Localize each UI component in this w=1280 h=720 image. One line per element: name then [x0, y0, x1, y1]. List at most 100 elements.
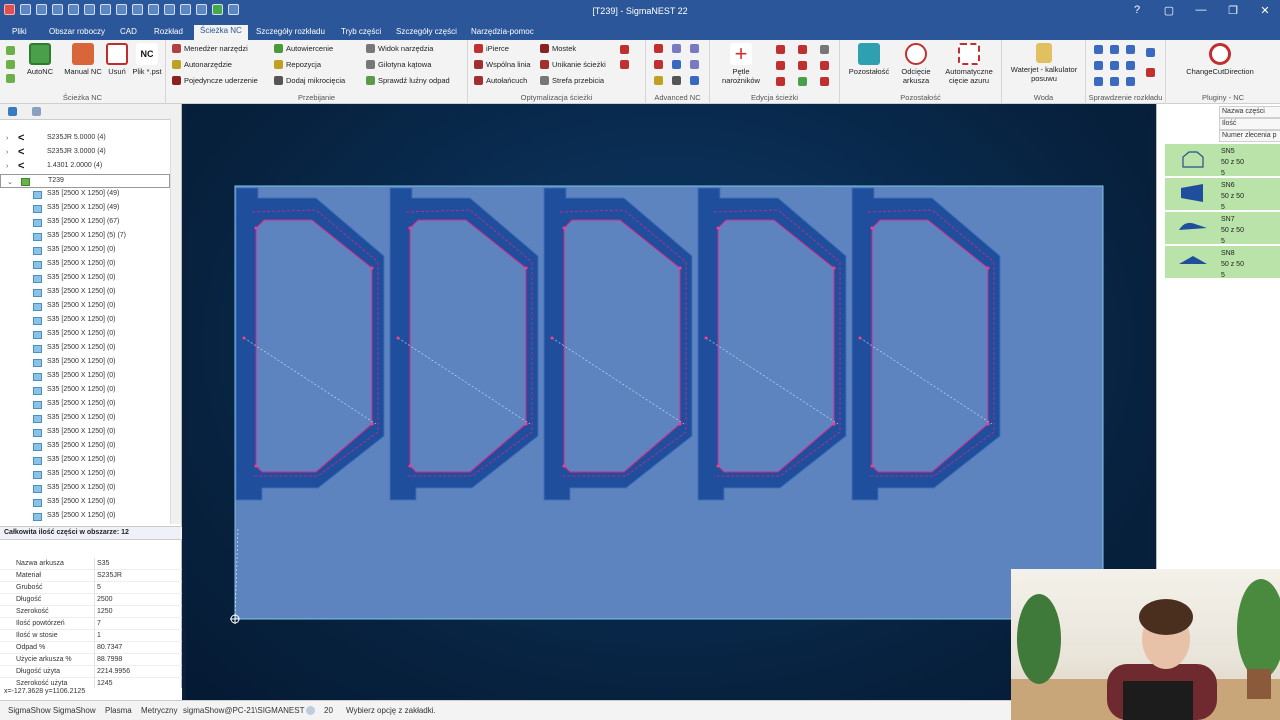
layer-icon[interactable]: [6, 46, 15, 55]
tree-sheet-node[interactable]: S35 [2500 X 1250] (0): [0, 482, 170, 496]
check-icon[interactable]: [1110, 77, 1119, 86]
property-row[interactable]: Użycie arkusza % 88.7998: [0, 654, 182, 666]
layer-icon[interactable]: [6, 74, 15, 83]
manual-nc-button[interactable]: Manual NC: [64, 43, 102, 76]
check-icon[interactable]: [1126, 45, 1135, 54]
strefa-przebicia-button[interactable]: Strefa przebicia: [540, 76, 604, 85]
check-icon[interactable]: [1094, 45, 1103, 54]
tree-sheet-node[interactable]: S35 [2500 X 1250] (0): [0, 370, 170, 384]
pojedyncze-uderzenie-button[interactable]: Pojedyncze uderzenie: [172, 76, 258, 85]
tab-szczegoly-czesci[interactable]: Szczegóły części: [390, 26, 463, 37]
tree-sheet-node[interactable]: S35 [2500 X 1250] (0): [0, 258, 170, 272]
tree-sheet-node[interactable]: S35 [2500 X 1250] (0): [0, 384, 170, 398]
edit-path-icon[interactable]: [798, 61, 807, 70]
lead-in-icon[interactable]: [620, 45, 629, 54]
gilotyna-katowa-button[interactable]: Gilotyna kątowa: [366, 60, 431, 69]
adv-tool-icon[interactable]: [654, 76, 663, 85]
tree-sheet-node[interactable]: S35 [2500 X 1250] (0): [0, 454, 170, 468]
list-view-icon[interactable]: [32, 107, 41, 116]
change-cut-direction-button[interactable]: ChangeCutDirection: [1170, 43, 1270, 76]
restore-view-icon[interactable]: ▢: [1162, 4, 1176, 17]
part-row[interactable]: SN7 50 z 50 5: [1165, 212, 1280, 245]
waterjet-kalkulator-button[interactable]: Waterjet - kalkulator posuwu: [1008, 43, 1080, 83]
collapse-arrow-icon[interactable]: ⌄: [7, 178, 13, 186]
edit-path-icon[interactable]: [820, 61, 829, 70]
tree-sheet-node[interactable]: S35 [2500 X 1250] (0): [0, 398, 170, 412]
tree-sheet-node[interactable]: S35 [2500 X 1250] (0): [0, 440, 170, 454]
autonarzedzie-button[interactable]: Autonarzędzie: [172, 60, 232, 69]
edit-path-icon[interactable]: [798, 77, 807, 86]
edit-path-icon[interactable]: [820, 77, 829, 86]
odciecie-arkusza-button[interactable]: Odcięcie arkusza: [896, 43, 936, 85]
edit-path-icon[interactable]: [776, 45, 785, 54]
autolancuch-button[interactable]: Autołańcuch: [474, 76, 527, 85]
expand-arrow-icon[interactable]: ›: [6, 135, 8, 142]
adv-tool-icon[interactable]: [690, 44, 699, 53]
tree-material-node[interactable]: › < S235JR 5.0000 (4): [0, 132, 170, 146]
tree-sheet-node[interactable]: S35 [2500 X 1250] (0): [0, 496, 170, 510]
help-icon[interactable]: ?: [1130, 4, 1144, 17]
menedzer-narzedzi-button[interactable]: Menedżer narzędzi: [172, 44, 248, 53]
tab-cad[interactable]: CAD: [114, 26, 143, 37]
property-row[interactable]: Materiał S235JR: [0, 570, 182, 582]
adv-tool-icon[interactable]: [654, 60, 663, 69]
maximize-button[interactable]: ❐: [1226, 4, 1240, 17]
nest-canvas[interactable]: [186, 104, 1151, 700]
property-row[interactable]: Ilość powtórzeń 7: [0, 618, 182, 630]
plik-pst-button[interactable]: NC Plik *.pst: [128, 43, 166, 76]
expand-arrow-icon[interactable]: ›: [6, 163, 8, 170]
property-row[interactable]: Szerokość 1250: [0, 606, 182, 618]
tree-task-node[interactable]: ⌄ T239: [0, 174, 170, 188]
tree-sheet-node[interactable]: S35 [2500 X 1250] (0): [0, 286, 170, 300]
check-icon[interactable]: [1146, 68, 1155, 77]
automatyczne-ciecie-azuru-button[interactable]: Automatyczne cięcie azuru: [940, 43, 998, 85]
col-quantity[interactable]: Ilość: [1219, 118, 1280, 130]
col-part-name[interactable]: Nazwa części: [1219, 106, 1280, 118]
tree-sheet-node[interactable]: S35 [2500 X 1250] (0): [0, 342, 170, 356]
edit-path-icon[interactable]: [776, 77, 785, 86]
property-row[interactable]: Długość użyta 2214.9956: [0, 666, 182, 678]
tab-szczegoly-rozkladu[interactable]: Szczegóły rozkładu: [250, 26, 331, 37]
adv-tool-icon[interactable]: [654, 44, 663, 53]
property-row[interactable]: Ilość w stosie 1: [0, 630, 182, 642]
check-icon[interactable]: [1126, 77, 1135, 86]
layer-icon[interactable]: [6, 60, 15, 69]
wspolna-linia-button[interactable]: Wspólna linia: [474, 60, 531, 69]
tab-rozklad[interactable]: Rozkład: [148, 26, 189, 37]
tree-scrollbar[interactable]: [170, 118, 181, 524]
minimize-button[interactable]: —: [1194, 4, 1208, 17]
tree-view-icon[interactable]: [8, 107, 17, 116]
adv-tool-icon[interactable]: [672, 76, 681, 85]
tree-sheet-node[interactable]: S35 [2500 X 1250] (0): [0, 468, 170, 482]
tree-sheet-node[interactable]: S35 [2500 X 1250] (0): [0, 328, 170, 342]
tree-sheet-node[interactable]: S35 [2500 X 1250] (0): [0, 314, 170, 328]
tab-pliki[interactable]: Pliki: [6, 26, 33, 37]
adv-tool-icon[interactable]: [690, 60, 699, 69]
property-row[interactable]: Odpad % 80.7347: [0, 642, 182, 654]
close-button[interactable]: ✕: [1258, 4, 1272, 17]
autonc-button[interactable]: AutoNC: [21, 43, 59, 76]
check-icon[interactable]: [1146, 48, 1155, 57]
tree-sheet-node[interactable]: S35 [2500 X 1250] (5) (7): [0, 230, 170, 244]
sprawdz-luzny-odpad-button[interactable]: Sprawdź luźny odpad: [366, 76, 450, 85]
tree-sheet-node[interactable]: S35 [2500 X 1250] (0): [0, 510, 170, 524]
petle-naroznikow-button[interactable]: + Pętle narożników: [714, 43, 768, 86]
pozostalosc-button[interactable]: Pozostałość: [846, 43, 892, 76]
check-icon[interactable]: [1126, 61, 1135, 70]
adv-tool-icon[interactable]: [672, 60, 681, 69]
adv-tool-icon[interactable]: [672, 44, 681, 53]
edit-path-icon[interactable]: [798, 45, 807, 54]
check-icon[interactable]: [1094, 61, 1103, 70]
property-row[interactable]: Nazwa arkusza S35: [0, 558, 182, 570]
check-icon[interactable]: [1110, 61, 1119, 70]
tab-tryb-czesci[interactable]: Tryb części: [335, 26, 387, 37]
tree-sheet-node[interactable]: S35 [2500 X 1250] (0): [0, 426, 170, 440]
tree-sheet-node[interactable]: S35 [2500 X 1250] (0): [0, 272, 170, 286]
part-row[interactable]: SN5 50 z 50 5: [1165, 144, 1280, 177]
tree-sheet-node[interactable]: S35 [2500 X 1250] (0): [0, 356, 170, 370]
repozycja-button[interactable]: Repozycja: [274, 60, 321, 69]
edit-path-icon[interactable]: [776, 61, 785, 70]
tree-sheet-node[interactable]: S35 [2500 X 1250] (49): [0, 202, 170, 216]
check-icon[interactable]: [1094, 77, 1103, 86]
widok-narzedzia-button[interactable]: Widok narzędzia: [366, 44, 433, 53]
